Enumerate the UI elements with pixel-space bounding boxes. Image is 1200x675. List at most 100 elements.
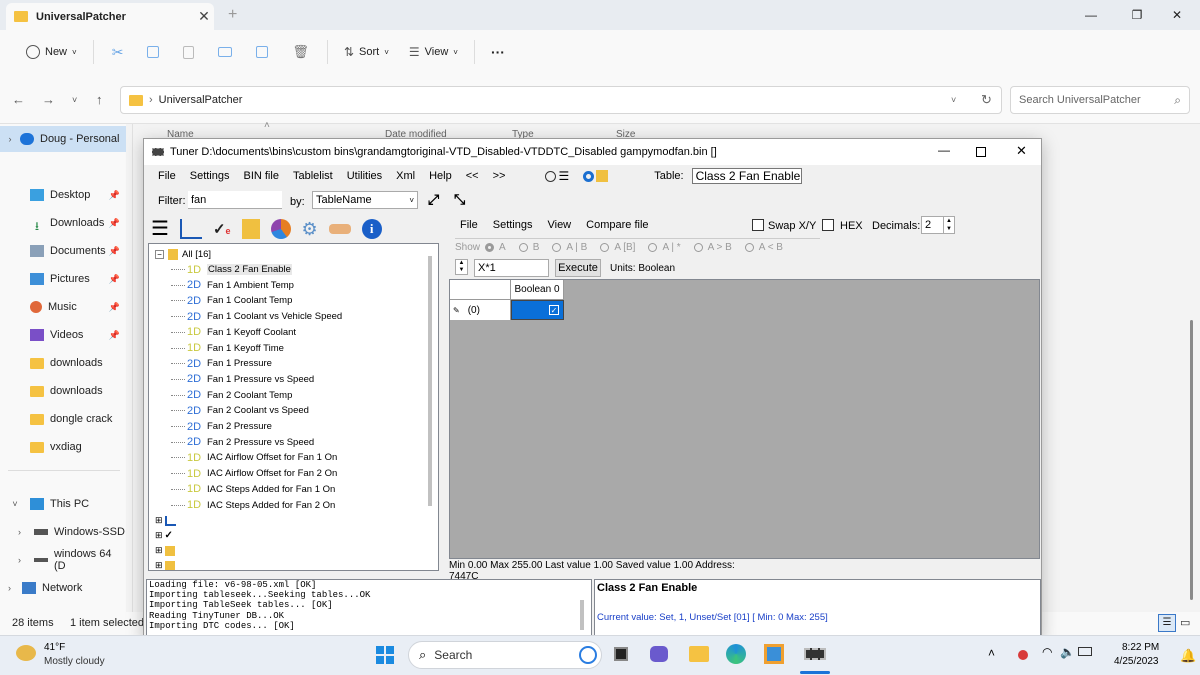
recent-chevron-icon[interactable]: ˅	[72, 95, 77, 105]
menu-help[interactable]: Help	[429, 170, 452, 182]
chart-icon[interactable]	[179, 219, 202, 239]
tree-item[interactable]: 2D Fan 2 Coolant Temp	[171, 388, 292, 403]
menu-compare-file[interactable]: Compare file	[586, 219, 648, 231]
sidebar-item-onedrive[interactable]: › Doug - Personal	[0, 126, 126, 152]
category-icon[interactable]	[241, 219, 260, 239]
chevron-up-icon[interactable]: ˄	[988, 646, 995, 660]
wifi-icon[interactable]: ◠	[1042, 645, 1052, 659]
clock-time[interactable]: 8:22 PM	[1122, 642, 1159, 653]
tree-group[interactable]: ⊞	[155, 513, 176, 528]
taskbar-search[interactable]: ⌕ Search	[408, 641, 602, 669]
delete-icon[interactable]: 🗑	[280, 37, 321, 67]
chevron-down-icon[interactable]: ˅	[951, 95, 975, 105]
radio-show-a-or-b[interactable]	[552, 243, 562, 252]
cut-icon[interactable]: ✂	[100, 37, 136, 67]
sort-button[interactable]: ⇅ Sort ˅	[334, 37, 399, 67]
swap-xy-checkbox[interactable]	[752, 219, 764, 231]
sidebar-item-folder[interactable]: vxdiag	[0, 434, 126, 460]
sidebar-item-desktop[interactable]: Desktop 📌	[0, 182, 126, 208]
chevron-right-icon[interactable]: ›	[8, 583, 22, 593]
formula-input[interactable]: X*1	[474, 259, 549, 277]
grid-row-header[interactable]: ✎ (0)	[450, 300, 511, 320]
back-arrow-icon[interactable]: ←	[12, 92, 25, 107]
menu-file[interactable]: File	[460, 219, 478, 231]
more-options-icon[interactable]: ···	[481, 37, 515, 67]
weather-cloud-icon[interactable]	[16, 645, 36, 661]
copy-icon[interactable]	[135, 37, 171, 67]
sidebar-item-folder[interactable]: downloads	[0, 378, 126, 404]
tree-item[interactable]: 2D Fan 1 Coolant vs Vehicle Speed	[171, 309, 342, 324]
up-arrow-icon[interactable]: ↑	[96, 92, 103, 107]
scrollbar[interactable]	[1190, 320, 1193, 600]
file-explorer-icon[interactable]	[689, 646, 709, 662]
sidebar-item-network[interactable]: › Network	[0, 575, 126, 601]
tree-item[interactable]: 2D Fan 2 Pressure vs Speed	[171, 435, 314, 450]
new-button[interactable]: New ˅	[16, 37, 87, 67]
menu-tablelist[interactable]: Tablelist	[293, 170, 333, 182]
tuner-app-icon[interactable]	[804, 648, 826, 660]
close-tab-icon[interactable]: ✕	[194, 8, 214, 25]
sidebar-item-folder[interactable]: downloads	[0, 350, 126, 376]
tree-item[interactable]: 1D IAC Airflow Offset for Fan 1 On	[171, 450, 337, 465]
tree-item[interactable]: 1D Fan 1 Keyoff Time	[171, 341, 284, 356]
menu-settings[interactable]: Settings	[493, 219, 533, 231]
sidebar-item-drive[interactable]: › Windows-SSD	[0, 519, 126, 545]
tree-group[interactable]: ⊞	[155, 558, 175, 570]
menu-view[interactable]: View	[547, 219, 571, 231]
edge-icon[interactable]	[726, 644, 746, 664]
sidebar-item-this-pc[interactable]: ˅ This PC	[0, 491, 126, 517]
expand-toggle-icon[interactable]: ⊞	[155, 530, 163, 541]
forward-arrow-icon[interactable]: →	[42, 92, 55, 107]
patch-icon[interactable]	[328, 224, 351, 234]
paste-icon[interactable]	[171, 37, 206, 67]
notification-bell-icon[interactable]: 🔔	[1180, 648, 1196, 664]
minimize-button[interactable]: —	[1068, 0, 1114, 30]
tree-item[interactable]: 2D Fan 1 Pressure vs Speed	[171, 372, 314, 387]
menu-icon[interactable]: ☰	[151, 219, 169, 239]
radio-tree-view[interactable]	[583, 170, 595, 182]
start-icon[interactable]	[376, 646, 394, 664]
radio-show-a-bracket-b[interactable]	[600, 243, 610, 252]
sidebar-item-videos[interactable]: Videos 📌	[0, 322, 126, 348]
collapse-toggle-icon[interactable]: −	[155, 250, 164, 259]
hex-checkbox[interactable]	[822, 219, 834, 231]
task-view-icon[interactable]	[614, 647, 628, 661]
expand-toggle-icon[interactable]: ⊞	[155, 560, 163, 570]
log-scrollbar[interactable]	[580, 600, 584, 630]
menu-utilities[interactable]: Utilities	[347, 170, 382, 182]
radio-show-a-gt-b[interactable]	[693, 243, 703, 252]
formula-spinner-icon[interactable]: ▲ ▼	[455, 259, 468, 275]
tree-item[interactable]: 1D Fan 1 Keyoff Coolant	[171, 325, 296, 340]
close-window-button[interactable]: ✕	[1154, 0, 1200, 30]
grid-column-header[interactable]: Boolean 0	[511, 280, 564, 300]
tree-item[interactable]: 2D Fan 2 Coolant vs Speed	[171, 403, 309, 418]
rename-icon[interactable]	[206, 37, 244, 67]
chevron-right-icon[interactable]: ›	[18, 527, 34, 537]
tree-item[interactable]: 1D IAC Airflow Offset for Fan 2 On	[171, 466, 337, 481]
grid-cell-checkbox[interactable]: ✓	[511, 300, 564, 320]
tiles-view-icon[interactable]: ▭	[1180, 616, 1190, 629]
radio-show-a[interactable]	[485, 243, 495, 252]
pie-chart-icon[interactable]	[270, 219, 291, 239]
by-select[interactable]: TableName ˅	[312, 191, 418, 209]
search-box[interactable]: Search UniversalPatcher ⌕	[1010, 86, 1190, 114]
sidebar-item-pictures[interactable]: Pictures 📌	[0, 266, 126, 292]
sidebar-item-music[interactable]: Music 📌	[0, 294, 126, 320]
weather-temp[interactable]: 41°F	[44, 642, 65, 653]
expand-toggle-icon[interactable]: ⊞	[155, 545, 163, 556]
view-button[interactable]: ☰ View ˅	[399, 37, 468, 67]
explorer-tab[interactable]: UniversalPatcher ✕	[6, 3, 214, 30]
minimize-button[interactable]: —	[938, 143, 950, 157]
tree-item[interactable]: 1D IAC Steps Added for Fan 1 On	[171, 482, 335, 497]
radio-show-b[interactable]	[518, 243, 528, 252]
spinner-arrows-icon[interactable]: ▲ ▼	[943, 217, 954, 233]
menu-file[interactable]: File	[158, 170, 176, 182]
expand-toggle-icon[interactable]: ⊞	[155, 515, 163, 526]
chat-icon[interactable]	[650, 646, 668, 662]
sidebar-item-drive[interactable]: › windows 64 (D	[0, 547, 126, 573]
chevron-right-icon[interactable]: ›	[18, 555, 34, 565]
volume-icon[interactable]: 🔈	[1060, 645, 1075, 659]
menu-settings[interactable]: Settings	[190, 170, 230, 182]
radio-show-a-star[interactable]	[648, 243, 658, 252]
security-alert-icon[interactable]	[1018, 650, 1028, 660]
